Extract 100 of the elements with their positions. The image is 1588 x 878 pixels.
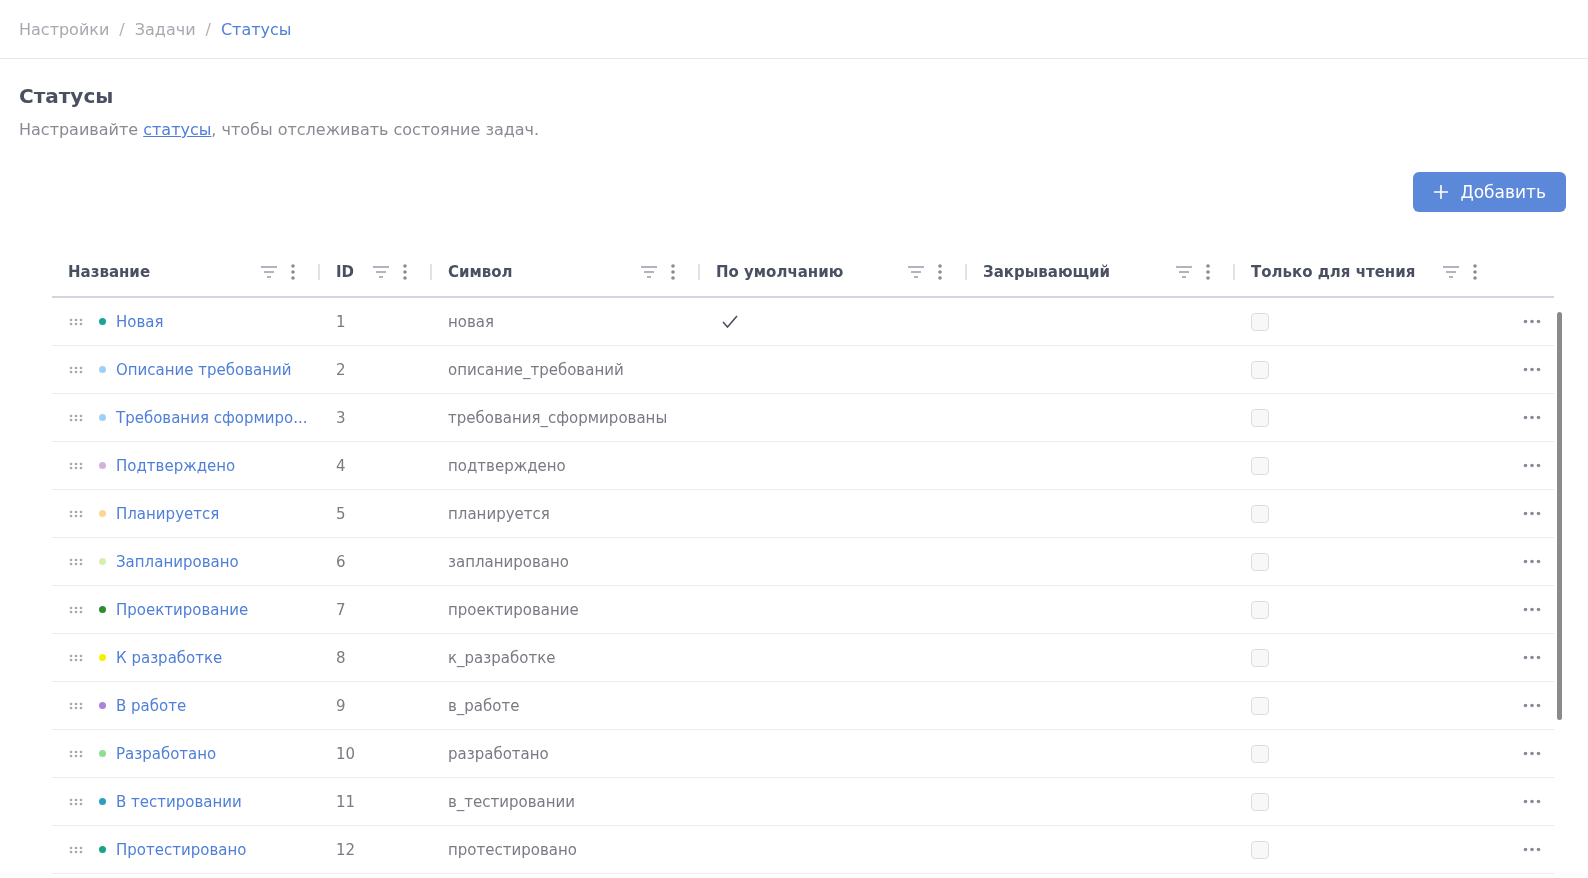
table-cell: 7 [336,600,346,619]
table-cell: 6 [336,552,346,571]
table-cell: описание_требований [448,360,624,379]
table-cell: новая [448,312,495,331]
add-button[interactable]: Добавить [1413,172,1566,212]
table-cell: 3 [336,408,346,427]
table-cell: 1 [336,312,346,331]
plus-icon [1433,184,1450,200]
checkbox[interactable] [1251,552,1269,571]
status-name-link[interactable]: Подтверждено [116,456,236,475]
drag-handle-icon[interactable] [69,557,83,566]
column-header: Название [68,263,152,281]
table-cell: требования_сформированы [448,408,668,427]
checkbox[interactable] [1251,744,1269,763]
breadcrumb-link[interactable]: Задачи [134,19,196,39]
drag-handle-icon[interactable] [69,605,83,614]
more-vertical-icon[interactable] [670,263,676,281]
table-cell: протестировано [448,840,577,859]
filter-icon[interactable] [1175,265,1193,279]
more-horizontal-icon[interactable] [1523,463,1541,468]
checkbox[interactable] [1251,600,1269,619]
table-cell: 8 [336,648,346,667]
more-horizontal-icon[interactable] [1523,607,1541,612]
status-name-link[interactable]: В работе [116,696,187,715]
checkbox[interactable] [1251,408,1269,427]
table-cell: 5 [336,504,346,523]
checkbox[interactable] [1251,360,1269,379]
status-name-link[interactable]: Запланировано [116,552,239,571]
status-name-link[interactable]: Протестировано [116,840,247,859]
table-cell: в_работе [448,696,520,715]
more-vertical-icon[interactable] [402,263,408,281]
column-header: Только для чтения [1251,263,1417,281]
more-horizontal-icon[interactable] [1523,703,1541,708]
checkbox[interactable] [1251,840,1269,859]
table-cell: в_тестировании [448,792,576,811]
drag-handle-icon[interactable] [69,365,83,374]
filter-icon[interactable] [1442,265,1460,279]
status-name-link[interactable]: Проектирование [116,600,249,619]
column-header: По умолчанию [716,263,845,281]
drag-handle-icon[interactable] [69,845,83,854]
column-header: Закрывающий [983,263,1112,281]
checkbox[interactable] [1251,312,1269,331]
page-title: Статусы [19,84,115,108]
drag-handle-icon[interactable] [69,317,83,326]
filter-icon[interactable] [907,265,925,279]
checkbox[interactable] [1251,648,1269,667]
checkbox[interactable] [1251,792,1269,811]
status-name-link[interactable]: Требования сформиро... [116,408,308,427]
table-cell: 10 [336,744,356,763]
drag-handle-icon[interactable] [69,509,83,518]
status-name-link[interactable]: К разработке [116,648,223,667]
more-horizontal-icon[interactable] [1523,319,1541,324]
more-horizontal-icon[interactable] [1523,751,1541,756]
table-cell: 12 [336,840,356,859]
more-horizontal-icon[interactable] [1523,367,1541,372]
more-vertical-icon[interactable] [290,263,296,281]
breadcrumb-separator: / [205,19,211,39]
more-vertical-icon[interactable] [1472,263,1478,281]
more-horizontal-icon[interactable] [1523,511,1541,516]
table-cell: проектирование [448,600,579,619]
table-cell: разработано [448,744,549,763]
status-name-link[interactable]: Планируется [116,504,220,523]
table-cell: 4 [336,456,346,475]
table-cell: к_разработке [448,648,556,667]
table-cell: подтверждено [448,456,566,475]
more-vertical-icon[interactable] [1205,263,1211,281]
table-cell: планируется [448,504,550,523]
status-name-link[interactable]: Разработано [116,744,217,763]
column-header: ID [336,263,356,281]
checkbox[interactable] [1251,696,1269,715]
drag-handle-icon[interactable] [69,797,83,806]
table-cell: 2 [336,360,346,379]
more-vertical-icon[interactable] [937,263,943,281]
drag-handle-icon[interactable] [69,653,83,662]
more-horizontal-icon[interactable] [1523,655,1541,660]
more-horizontal-icon[interactable] [1523,799,1541,804]
table-cell: запланировано [448,552,570,571]
drag-handle-icon[interactable] [69,749,83,758]
checkbox[interactable] [1251,504,1269,523]
statuses-link[interactable]: статусы [143,120,212,139]
more-horizontal-icon[interactable] [1523,559,1541,564]
filter-icon[interactable] [260,265,278,279]
table-cell: 11 [336,792,356,811]
status-name-link[interactable]: Описание требований [116,360,292,379]
more-horizontal-icon[interactable] [1523,847,1541,852]
breadcrumb-separator: / [119,19,125,39]
more-horizontal-icon[interactable] [1523,415,1541,420]
status-name-link[interactable]: Новая [116,312,164,331]
drag-handle-icon[interactable] [69,701,83,710]
drag-handle-icon[interactable] [69,413,83,422]
table-cell: 9 [336,696,346,715]
checkbox[interactable] [1251,456,1269,475]
status-name-link[interactable]: В тестировании [116,792,242,811]
column-header: Символ [448,263,514,281]
breadcrumb-link[interactable]: Статусы [220,19,292,39]
page-description: Настраивайте статусы, чтобы отслеживать состояние задач. [19,120,541,139]
filter-icon[interactable] [372,265,390,279]
drag-handle-icon[interactable] [69,461,83,470]
breadcrumb-link[interactable]: Настройки [19,19,110,39]
filter-icon[interactable] [640,265,658,279]
